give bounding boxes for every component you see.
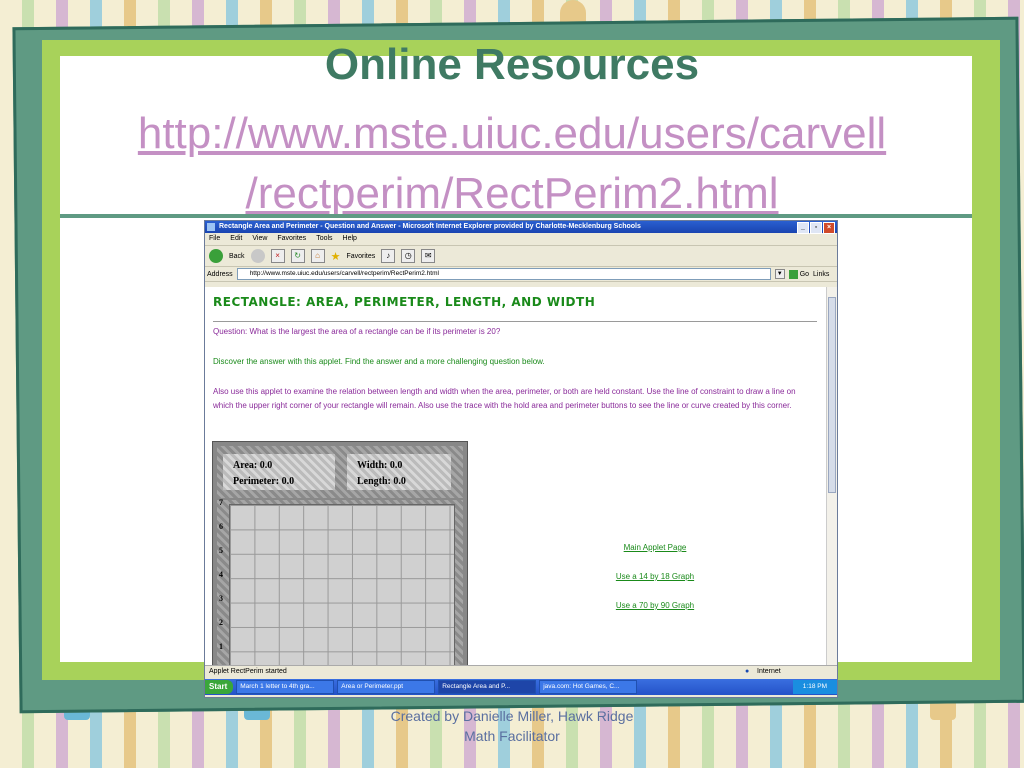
go-button[interactable]: Go bbox=[788, 269, 810, 279]
favorites-button[interactable]: Favorites bbox=[346, 253, 375, 260]
history-icon[interactable]: ◷ bbox=[401, 249, 416, 263]
links-label[interactable]: Links bbox=[813, 271, 829, 278]
menu-help[interactable]: Help bbox=[343, 233, 357, 245]
rectperim-applet[interactable]: Area: 0.0 Perimeter: 0.0 Width: 0.0 Leng… bbox=[212, 441, 468, 665]
y-tick-label: 5 bbox=[219, 546, 223, 555]
windows-taskbar: Start March 1 letter to 4th gra... Area … bbox=[205, 679, 837, 695]
menu-view[interactable]: View bbox=[252, 233, 267, 245]
applet-graph-area: 7 6 5 4 3 2 1 bbox=[217, 498, 463, 665]
width-readout: Width: 0.0 bbox=[357, 460, 403, 471]
scrollbar-thumb[interactable] bbox=[828, 297, 836, 493]
taskbar-item[interactable]: March 1 letter to 4th gra... bbox=[236, 680, 335, 694]
menu-favorites[interactable]: Favorites bbox=[277, 233, 306, 245]
resource-link[interactable]: http://www.mste.uiuc.edu/users/carvell /… bbox=[40, 104, 984, 224]
vertical-scrollbar[interactable] bbox=[826, 287, 837, 665]
browser-window: Rectangle Area and Perimeter - Question … bbox=[204, 220, 838, 698]
address-label: Address bbox=[207, 270, 233, 278]
y-tick-label: 3 bbox=[219, 594, 223, 603]
slide-footer: Created by Danielle Miller, Hawk Ridge M… bbox=[340, 706, 684, 746]
discover-text: Discover the answer with this applet. Fi… bbox=[213, 357, 545, 366]
start-button[interactable]: Start bbox=[205, 680, 234, 694]
menu-bar: File Edit View Favorites Tools Help bbox=[205, 233, 837, 246]
y-tick-label: 7 bbox=[219, 498, 223, 507]
browser-toolbar: Back × ↻ ⌂ ★ Favorites ♪ ◷ ✉ bbox=[205, 246, 837, 267]
taskbar-clock: 1:18 PM bbox=[792, 680, 837, 694]
status-bar: Applet RectPerim started ● Internet bbox=[205, 665, 837, 678]
footer-line1: Created by Danielle Miller, Hawk Ridge bbox=[390, 708, 634, 724]
status-zone: Internet bbox=[757, 668, 781, 675]
window-title: Rectangle Area and Perimeter - Question … bbox=[219, 223, 641, 230]
length-readout: Length: 0.0 bbox=[357, 476, 406, 487]
taskbar-item[interactable]: Rectangle Area and P... bbox=[438, 680, 537, 694]
instructions-text: Also use this applet to examine the rela… bbox=[213, 387, 796, 410]
globe-icon: ● bbox=[745, 668, 750, 675]
back-button[interactable]: Back bbox=[229, 253, 245, 260]
ie-icon bbox=[207, 223, 215, 231]
address-bar: Address http://www.mste.uiuc.edu/users/c… bbox=[205, 267, 837, 282]
page-divider bbox=[213, 321, 817, 322]
area-perimeter-box: Area: 0.0 Perimeter: 0.0 bbox=[223, 454, 335, 490]
y-tick-label: 2 bbox=[219, 618, 223, 627]
slide-title: Online Resources bbox=[324, 40, 700, 89]
perimeter-readout: Perimeter: 0.0 bbox=[233, 476, 295, 487]
mail-icon[interactable]: ✉ bbox=[421, 249, 436, 263]
window-titlebar[interactable]: Rectangle Area and Perimeter - Question … bbox=[205, 221, 837, 234]
favorites-icon[interactable]: ★ bbox=[331, 250, 341, 263]
menu-file[interactable]: File bbox=[209, 233, 220, 245]
refresh-icon[interactable]: ↻ bbox=[290, 249, 305, 263]
graph-14x18-link[interactable]: Use a 14 by 18 Graph bbox=[565, 572, 745, 581]
page-heading: RECTANGLE: AREA, PERIMETER, LENGTH, AND … bbox=[213, 295, 596, 309]
area-readout: Area: 0.0 bbox=[233, 460, 273, 471]
question-text: Question: What is the largest the area o… bbox=[213, 327, 501, 336]
media-icon[interactable]: ♪ bbox=[381, 249, 396, 263]
graph-70x90-link[interactable]: Use a 70 by 90 Graph bbox=[565, 601, 745, 610]
address-input[interactable]: http://www.mste.uiuc.edu/users/carvell/r… bbox=[236, 268, 771, 280]
menu-tools[interactable]: Tools bbox=[316, 233, 332, 245]
minimize-icon[interactable]: _ bbox=[797, 222, 809, 234]
main-applet-link[interactable]: Main Applet Page bbox=[565, 543, 745, 552]
applet-readouts: Area: 0.0 Perimeter: 0.0 Width: 0.0 Leng… bbox=[217, 446, 463, 498]
close-icon[interactable]: × bbox=[823, 222, 835, 234]
width-length-box: Width: 0.0 Length: 0.0 bbox=[347, 454, 451, 490]
y-tick-label: 4 bbox=[219, 570, 223, 579]
back-icon[interactable] bbox=[209, 249, 223, 263]
applet-grid[interactable] bbox=[229, 504, 455, 665]
page-content: RECTANGLE: AREA, PERIMETER, LENGTH, AND … bbox=[205, 287, 827, 665]
status-text: Applet RectPerim started bbox=[209, 668, 287, 675]
menu-edit[interactable]: Edit bbox=[230, 233, 242, 245]
stop-icon[interactable]: × bbox=[270, 249, 285, 263]
go-arrow-icon bbox=[788, 269, 798, 279]
footer-line2: Math Facilitator bbox=[464, 728, 560, 744]
taskbar-item[interactable]: Area or Perimeter.ppt bbox=[337, 680, 436, 694]
taskbar-item[interactable]: java.com: Hot Games, C... bbox=[539, 680, 638, 694]
dropdown-icon[interactable]: ▼ bbox=[774, 269, 785, 279]
resource-link-line1[interactable]: http://www.mste.uiuc.edu/users/carvell bbox=[40, 104, 984, 164]
y-tick-label: 1 bbox=[219, 642, 223, 651]
y-tick-label: 6 bbox=[219, 522, 223, 531]
address-value: http://www.mste.uiuc.edu/users/carvell/r… bbox=[249, 270, 439, 277]
go-label: Go bbox=[799, 270, 810, 278]
home-icon[interactable]: ⌂ bbox=[310, 249, 325, 263]
forward-icon[interactable] bbox=[250, 249, 265, 263]
maximize-icon[interactable]: ▫ bbox=[810, 222, 822, 234]
divider bbox=[60, 214, 972, 218]
